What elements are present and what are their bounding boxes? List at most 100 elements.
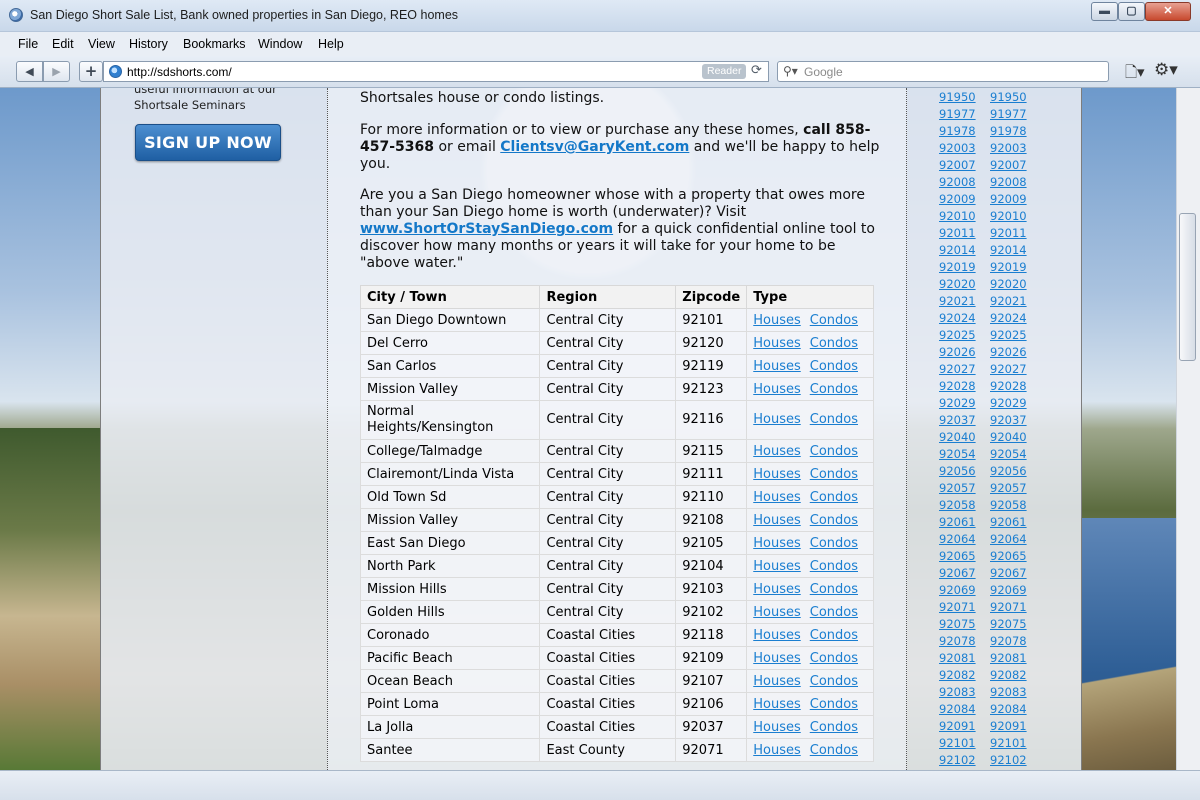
menu-edit[interactable]: Edit <box>52 37 74 51</box>
condos-link[interactable]: Condos <box>810 467 858 482</box>
zip-link[interactable]: 92071 <box>939 600 990 614</box>
houses-link[interactable]: Houses <box>753 313 801 328</box>
zip-link[interactable]: 92069 <box>939 583 990 597</box>
zip-link[interactable]: 92011 <box>939 226 990 240</box>
zip-link-alt[interactable]: 92027 <box>990 362 1041 376</box>
menu-window[interactable]: Window <box>258 37 302 51</box>
vertical-scrollbar[interactable] <box>1176 88 1200 770</box>
condos-link[interactable]: Condos <box>810 605 858 620</box>
condos-link[interactable]: Condos <box>810 490 858 505</box>
zip-link[interactable]: 91977 <box>939 107 990 121</box>
zip-link[interactable]: 92091 <box>939 719 990 733</box>
condos-link[interactable]: Condos <box>810 582 858 597</box>
zip-link[interactable]: 92102 <box>939 753 990 767</box>
address-bar[interactable]: http://sdshorts.com/ Reader ⟳ <box>103 61 769 82</box>
zip-link[interactable]: 92056 <box>939 464 990 478</box>
zip-link-alt[interactable]: 92024 <box>990 311 1041 325</box>
menu-help[interactable]: Help <box>318 37 344 51</box>
zip-link-alt[interactable]: 92083 <box>990 685 1041 699</box>
zip-link[interactable]: 92083 <box>939 685 990 699</box>
houses-link[interactable]: Houses <box>753 444 801 459</box>
back-button[interactable]: ◀ <box>16 61 43 82</box>
zip-link-alt[interactable]: 92019 <box>990 260 1041 274</box>
zip-link-alt[interactable]: 92020 <box>990 277 1041 291</box>
condos-link[interactable]: Condos <box>810 743 858 758</box>
houses-link[interactable]: Houses <box>753 359 801 374</box>
houses-link[interactable]: Houses <box>753 743 801 758</box>
condos-link[interactable]: Condos <box>810 720 858 735</box>
page-menu-icon[interactable]: 🗋▾ <box>1125 62 1145 87</box>
zip-link[interactable]: 92008 <box>939 175 990 189</box>
condos-link[interactable]: Condos <box>810 536 858 551</box>
condos-link[interactable]: Condos <box>810 336 858 351</box>
email-link[interactable]: Clientsv@GaryKent.com <box>500 139 689 155</box>
condos-link[interactable]: Condos <box>810 382 858 397</box>
new-tab-button[interactable]: + <box>79 61 103 82</box>
houses-link[interactable]: Houses <box>753 336 801 351</box>
condos-link[interactable]: Condos <box>810 697 858 712</box>
zip-link-alt[interactable]: 92029 <box>990 396 1041 410</box>
condos-link[interactable]: Condos <box>810 674 858 689</box>
zip-link[interactable]: 92075 <box>939 617 990 631</box>
signup-button[interactable]: SIGN UP NOW <box>135 124 281 161</box>
zip-link-alt[interactable]: 92025 <box>990 328 1041 342</box>
zip-link-alt[interactable]: 92028 <box>990 379 1041 393</box>
zip-link-alt[interactable]: 92081 <box>990 651 1041 665</box>
zip-link[interactable]: 92026 <box>939 345 990 359</box>
condos-link[interactable]: Condos <box>810 628 858 643</box>
zip-link[interactable]: 92101 <box>939 736 990 750</box>
zip-link-alt[interactable]: 91950 <box>990 90 1041 104</box>
zip-link-alt[interactable]: 92011 <box>990 226 1041 240</box>
zip-link-alt[interactable]: 92069 <box>990 583 1041 597</box>
zip-link-alt[interactable]: 92078 <box>990 634 1041 648</box>
zip-link[interactable]: 92021 <box>939 294 990 308</box>
zip-link[interactable]: 92037 <box>939 413 990 427</box>
zip-link-alt[interactable]: 92102 <box>990 753 1041 767</box>
zip-link[interactable]: 92027 <box>939 362 990 376</box>
zip-link[interactable]: 92084 <box>939 702 990 716</box>
houses-link[interactable]: Houses <box>753 536 801 551</box>
close-button[interactable]: ✕ <box>1145 2 1191 21</box>
zip-link[interactable]: 91950 <box>939 90 990 104</box>
zip-link-alt[interactable]: 92065 <box>990 549 1041 563</box>
zip-link[interactable]: 92003 <box>939 141 990 155</box>
zip-link-alt[interactable]: 92054 <box>990 447 1041 461</box>
houses-link[interactable]: Houses <box>753 605 801 620</box>
zip-link[interactable]: 92020 <box>939 277 990 291</box>
search-placeholder[interactable]: Google <box>804 65 843 79</box>
zip-link-alt[interactable]: 92058 <box>990 498 1041 512</box>
houses-link[interactable]: Houses <box>753 559 801 574</box>
zip-link-alt[interactable]: 92101 <box>990 736 1041 750</box>
zip-link[interactable]: 92061 <box>939 515 990 529</box>
houses-link[interactable]: Houses <box>753 412 801 427</box>
houses-link[interactable]: Houses <box>753 674 801 689</box>
zip-link-alt[interactable]: 92061 <box>990 515 1041 529</box>
zip-link[interactable]: 92081 <box>939 651 990 665</box>
condos-link[interactable]: Condos <box>810 412 858 427</box>
zip-link-alt[interactable]: 91978 <box>990 124 1041 138</box>
zip-link-alt[interactable]: 92037 <box>990 413 1041 427</box>
zip-link-alt[interactable]: 92014 <box>990 243 1041 257</box>
zip-link[interactable]: 92007 <box>939 158 990 172</box>
condos-link[interactable]: Condos <box>810 444 858 459</box>
menu-bookmarks[interactable]: Bookmarks <box>183 37 246 51</box>
houses-link[interactable]: Houses <box>753 490 801 505</box>
zip-link[interactable]: 92029 <box>939 396 990 410</box>
houses-link[interactable]: Houses <box>753 720 801 735</box>
condos-link[interactable]: Condos <box>810 513 858 528</box>
condos-link[interactable]: Condos <box>810 359 858 374</box>
shortorstay-link[interactable]: www.ShortOrStaySanDiego.com <box>360 221 613 237</box>
zip-link[interactable]: 92065 <box>939 549 990 563</box>
zip-link-alt[interactable]: 92064 <box>990 532 1041 546</box>
zip-link-alt[interactable]: 92075 <box>990 617 1041 631</box>
zip-link-alt[interactable]: 92003 <box>990 141 1041 155</box>
zip-link-alt[interactable]: 92056 <box>990 464 1041 478</box>
menu-history[interactable]: History <box>129 37 168 51</box>
zip-link[interactable]: 92067 <box>939 566 990 580</box>
zip-link-alt[interactable]: 92008 <box>990 175 1041 189</box>
zip-link-alt[interactable]: 92009 <box>990 192 1041 206</box>
condos-link[interactable]: Condos <box>810 559 858 574</box>
menu-file[interactable]: File <box>18 37 38 51</box>
url-text[interactable]: http://sdshorts.com/ <box>127 65 232 79</box>
houses-link[interactable]: Houses <box>753 582 801 597</box>
